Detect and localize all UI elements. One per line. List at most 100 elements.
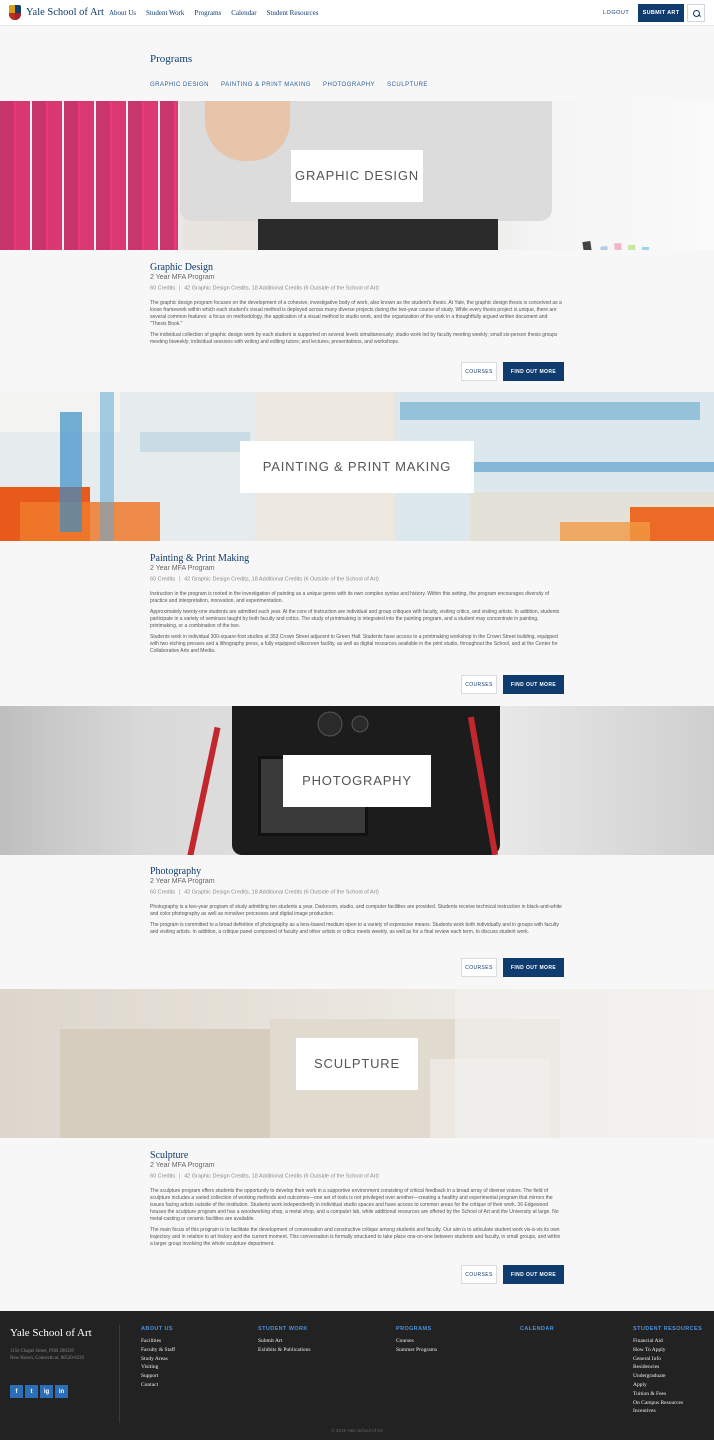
courses-button[interactable]: COURSES	[461, 1265, 497, 1284]
credits-detail: 42 Graphic Design Credits, 18 Additional…	[184, 889, 379, 896]
photography-hero-image: PHOTOGRAPHY	[0, 706, 714, 855]
footer-link[interactable]: Study Areas	[141, 1355, 175, 1364]
nav-calendar[interactable]: Calendar	[231, 9, 256, 17]
program-credits: 60 Credits 42 Graphic Design Credits, 18 …	[150, 285, 564, 291]
sculpture-hero-image: SCULPTURE	[0, 989, 714, 1138]
credits-detail: 42 Graphic Design Credits, 18 Additional…	[184, 576, 379, 583]
program-subtitle: 2 Year MFA Program	[150, 878, 215, 885]
footer-heading[interactable]: STUDENT RESOURCES	[633, 1326, 702, 1332]
instagram-icon[interactable]: ig	[40, 1385, 53, 1398]
subnav-sculpture[interactable]: SCULPTURE	[387, 82, 428, 88]
footer-col-calendar: CALENDAR	[520, 1326, 554, 1337]
graphic-design-hero-label: GRAPHIC DESIGN	[291, 149, 423, 202]
program-credits: 60 Credits 42 Graphic Design Credits, 18 …	[150, 1173, 564, 1179]
footer-col-student-resources: STUDENT RESOURCES Financial Aid How To A…	[633, 1326, 702, 1416]
description-paragraph: The main focus of this program is to fac…	[150, 1227, 561, 1248]
footer-link[interactable]: Submit Art	[258, 1337, 311, 1346]
program-title: Graphic Design	[150, 262, 214, 273]
footer-divider	[119, 1325, 120, 1423]
program-description: The sculpture program offers students th…	[150, 1188, 564, 1248]
courses-button[interactable]: COURSES	[461, 675, 497, 694]
courses-button[interactable]: COURSES	[461, 958, 497, 977]
footer-link[interactable]: Undergraduate	[633, 1372, 702, 1381]
site-header: Yale School of Art About Us Student Work…	[0, 0, 714, 26]
footer-link[interactable]: Courses	[396, 1337, 437, 1346]
footer-link[interactable]: General Info	[633, 1355, 702, 1364]
yale-shield-icon[interactable]	[9, 5, 21, 20]
search-icon[interactable]	[687, 4, 705, 22]
programs-subnav: GRAPHIC DESIGN PAINTING & PRINT MAKING P…	[150, 82, 428, 88]
footer-address: 1156 Chapel Street, POB 208339 New Haven…	[10, 1348, 84, 1362]
program-subtitle: 2 Year MFA Program	[150, 565, 215, 572]
footer-link[interactable]: Facilities	[141, 1337, 175, 1346]
nav-about-us[interactable]: About Us	[109, 9, 136, 17]
painting-print-making-actions: COURSES FIND OUT MORE	[461, 675, 564, 694]
footer-link[interactable]: Faculty & Staff	[141, 1346, 175, 1355]
submit-art-button[interactable]: SUBMIT ART	[638, 4, 684, 22]
painting-print-making-hero-image: PAINTING & PRINT MAKING	[0, 392, 714, 541]
address-line: New Haven, Connecticut, 06520-8339	[10, 1356, 84, 1361]
subnav-painting-print-making[interactable]: PAINTING & PRINT MAKING	[221, 82, 311, 88]
footer-link[interactable]: Residencies	[633, 1363, 702, 1372]
find-out-more-button[interactable]: FIND OUT MORE	[503, 675, 564, 694]
page-title: Programs	[150, 53, 193, 65]
linkedin-icon[interactable]: in	[55, 1385, 68, 1398]
logout-link[interactable]: LOGOUT	[603, 10, 629, 16]
description-paragraph: The graphic design program focuses on th…	[150, 300, 562, 328]
footer-link[interactable]: Contact	[141, 1381, 175, 1390]
program-description: Photography is a two-year program of stu…	[150, 904, 564, 936]
twitter-icon[interactable]: t	[25, 1385, 38, 1398]
facebook-icon[interactable]: f	[10, 1385, 23, 1398]
footer-link[interactable]: Exhibits & Publications	[258, 1346, 311, 1355]
footer-heading[interactable]: STUDENT WORK	[258, 1326, 311, 1332]
program-description: The graphic design program focuses on th…	[150, 300, 564, 346]
footer-link[interactable]: Tuition & Fees	[633, 1390, 702, 1399]
program-subtitle: 2 Year MFA Program	[150, 1162, 215, 1169]
find-out-more-button[interactable]: FIND OUT MORE	[503, 1265, 564, 1284]
footer-col-about-us: ABOUT US Facilities Faculty & Staff Stud…	[141, 1326, 175, 1390]
credits-detail: 42 Graphic Design Credits, 18 Additional…	[184, 285, 379, 292]
nav-student-resources[interactable]: Student Resources	[267, 9, 319, 17]
nav-programs[interactable]: Programs	[194, 9, 221, 17]
footer-link[interactable]: Financial Aid	[633, 1337, 702, 1346]
program-title: Painting & Print Making	[150, 553, 250, 564]
site-logo[interactable]: Yale School of Art	[26, 7, 104, 18]
painting-print-making-hero-label: PAINTING & PRINT MAKING	[240, 440, 474, 493]
program-description: Instruction in the program is rooted in …	[150, 591, 564, 655]
credits-detail: 42 Graphic Design Credits, 18 Additional…	[184, 1173, 379, 1180]
main-nav: About Us Student Work Programs Calendar …	[109, 9, 318, 17]
footer-link[interactable]: How To Apply	[633, 1346, 702, 1355]
credits-total: 60 Credits	[150, 889, 176, 896]
nav-student-work[interactable]: Student Work	[146, 9, 184, 17]
description-paragraph: The individual collection of graphic des…	[150, 332, 558, 346]
subnav-photography[interactable]: PHOTOGRAPHY	[323, 82, 375, 88]
footer-heading[interactable]: CALENDAR	[520, 1326, 554, 1332]
graphic-design-actions: COURSES FIND OUT MORE	[461, 362, 564, 381]
find-out-more-button[interactable]: FIND OUT MORE	[503, 362, 564, 381]
sculpture-hero-label: SCULPTURE	[296, 1037, 418, 1090]
photography-hero-label: PHOTOGRAPHY	[283, 754, 431, 807]
description-paragraph: The program is committed to a broad defi…	[150, 922, 559, 936]
photography-section: Photography 2 Year MFA Program 60 Credit…	[150, 866, 564, 936]
subnav-graphic-design[interactable]: GRAPHIC DESIGN	[150, 82, 209, 88]
footer-heading[interactable]: ABOUT US	[141, 1326, 175, 1332]
sculpture-actions: COURSES FIND OUT MORE	[461, 1265, 564, 1284]
footer-col-student-work: STUDENT WORK Submit Art Exhibits & Publi…	[258, 1326, 311, 1355]
courses-button[interactable]: COURSES	[461, 362, 497, 381]
program-credits: 60 Credits 42 Graphic Design Credits, 18 …	[150, 576, 564, 582]
footer-link[interactable]: Visiting	[141, 1363, 175, 1372]
credits-total: 60 Credits	[150, 1173, 176, 1180]
graphic-design-section: Graphic Design 2 Year MFA Program 60 Cre…	[150, 262, 564, 346]
footer-link[interactable]: Support	[141, 1372, 175, 1381]
description-paragraph: Photography is a two-year program of stu…	[150, 904, 562, 918]
footer-heading[interactable]: PROGRAMS	[396, 1326, 437, 1332]
footer-link[interactable]: Incentives	[633, 1407, 702, 1416]
footer-link[interactable]: Apply	[633, 1381, 702, 1390]
footer-logo[interactable]: Yale School of Art	[10, 1327, 92, 1339]
footer-link[interactable]: Summer Programs	[396, 1346, 437, 1355]
find-out-more-button[interactable]: FIND OUT MORE	[503, 958, 564, 977]
footer-link[interactable]: On Campus Resources	[633, 1399, 702, 1408]
address-line: 1156 Chapel Street, POB 208339	[10, 1349, 74, 1354]
credits-total: 60 Credits	[150, 285, 176, 292]
footer-col-programs: PROGRAMS Courses Summer Programs	[396, 1326, 437, 1355]
